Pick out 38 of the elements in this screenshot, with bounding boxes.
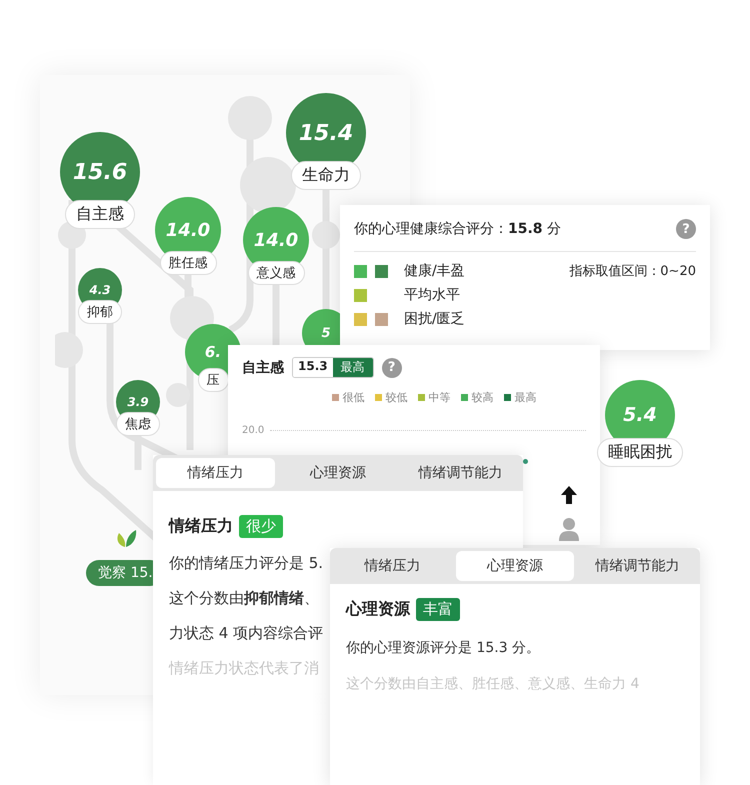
legend-label: 中等 bbox=[428, 390, 450, 405]
description-text: 你的情绪压力评分是 5. bbox=[169, 554, 324, 573]
legend-label: 较低 bbox=[386, 390, 408, 405]
data-point bbox=[523, 459, 528, 464]
legend-label: 较高 bbox=[472, 390, 494, 405]
tab[interactable]: 情绪压力 bbox=[333, 551, 452, 581]
legend-label: 健康/丰盈 bbox=[404, 262, 465, 280]
description-text: 这个分数由自主感、胜任感、意义感、生命力 4 bbox=[346, 675, 640, 693]
up-arrow-icon[interactable] bbox=[560, 485, 578, 505]
description-text: 你的心理资源评分是 15.3 分。 bbox=[346, 639, 540, 657]
range-text: 指标取值区间：0~20 bbox=[569, 263, 696, 281]
node-label: 焦虑 bbox=[116, 412, 160, 436]
node-label: 自主感 bbox=[65, 200, 135, 229]
node-label: 睡眠困扰 bbox=[597, 438, 683, 467]
dimension-title: 自主感 bbox=[242, 358, 284, 376]
node-label: 胜任感 bbox=[160, 251, 216, 275]
axis-tick-label: 20.0 bbox=[242, 425, 264, 436]
description-text: 这个分数由抑郁情绪、 bbox=[169, 589, 319, 608]
tab[interactable]: 情绪压力 bbox=[156, 458, 275, 488]
tab[interactable]: 心理资源 bbox=[456, 551, 574, 581]
legend-label: 困扰/匮乏 bbox=[404, 310, 465, 328]
section-title: 心理资源 bbox=[346, 599, 410, 620]
level-badge: 最高 bbox=[332, 358, 373, 377]
legend-label: 很低 bbox=[342, 390, 364, 405]
overall-score-text: 你的心理健康综合评分：15.8 分 bbox=[354, 220, 561, 238]
level-badge: 丰富 bbox=[416, 598, 460, 621]
tab[interactable]: 情绪调节能力 bbox=[401, 458, 520, 488]
legend-label: 平均水平 bbox=[404, 286, 460, 304]
tab[interactable]: 情绪调节能力 bbox=[578, 551, 698, 581]
node-label: 生命力 bbox=[291, 161, 361, 190]
description-text: 力状态 4 项内容综合评 bbox=[169, 624, 324, 643]
section-title: 情绪压力 bbox=[169, 516, 233, 537]
description-text: 情绪压力状态代表了消 bbox=[169, 659, 319, 678]
node-label: 意义感 bbox=[248, 261, 304, 285]
legend-label: 最高 bbox=[514, 390, 536, 405]
node-label: 抑郁 bbox=[78, 300, 122, 324]
level-badge: 很少 bbox=[239, 515, 283, 538]
tab[interactable]: 心理资源 bbox=[278, 458, 398, 488]
